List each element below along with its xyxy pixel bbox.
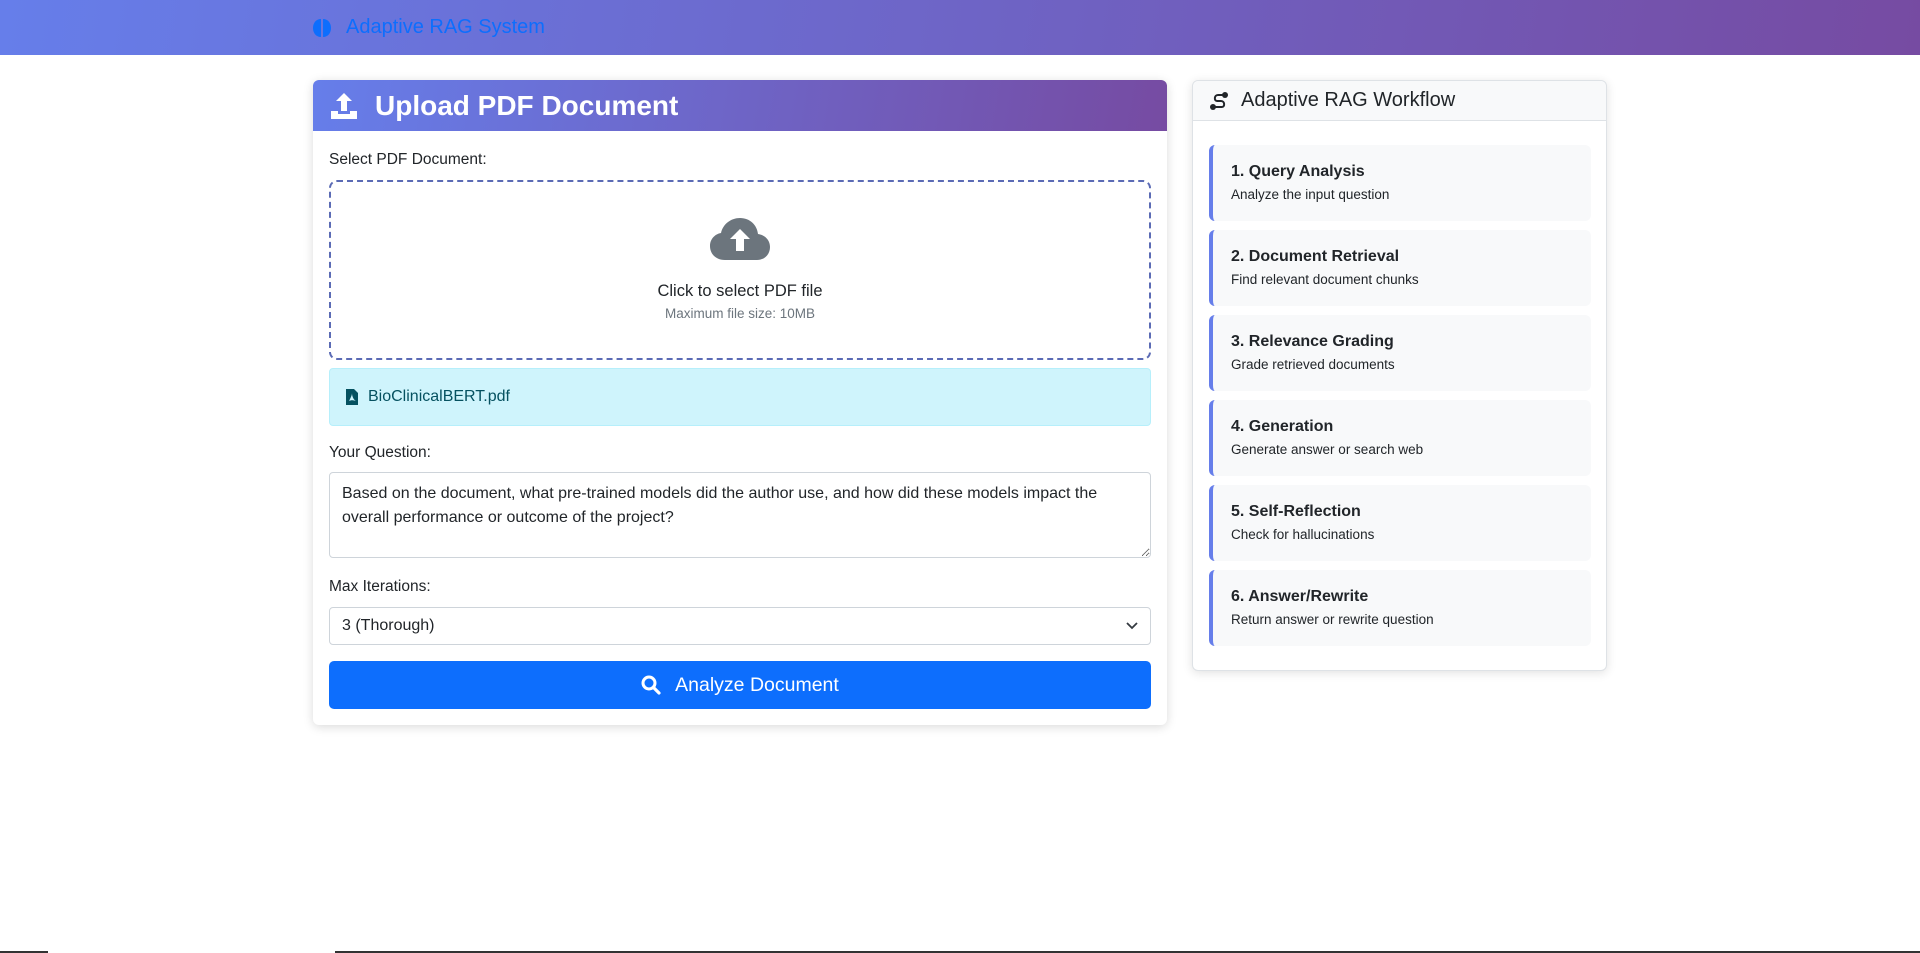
brain-icon — [313, 18, 331, 37]
selected-file-name: BioClinicalBERT.pdf — [368, 388, 510, 405]
workflow-step: 4. Generation Generate answer or search … — [1209, 400, 1591, 476]
navbar: Adaptive RAG System — [0, 0, 1920, 55]
workflow-step: 1. Query Analysis Analyze the input ques… — [1209, 145, 1591, 221]
step-title: 5. Self-Reflection — [1231, 503, 1361, 520]
dropzone-subtitle: Maximum file size: 10MB — [664, 306, 816, 321]
max-iterations-select[interactable]: 3 (Thorough) — [329, 607, 1151, 645]
max-iterations-value: 3 (Thorough) — [342, 617, 435, 634]
step-description: Generate answer or search web — [1231, 442, 1424, 457]
upload-card-title: Upload PDF Document — [375, 89, 679, 121]
search-icon — [641, 675, 661, 695]
max-iterations-label: Max Iterations: — [329, 578, 431, 595]
upload-card: Upload PDF Document Select PDF Document:… — [313, 80, 1167, 725]
workflow-step: 5. Self-Reflection Check for hallucinati… — [1209, 485, 1591, 561]
analyze-button-label: Analyze Document — [675, 673, 839, 696]
upload-card-header: Upload PDF Document — [313, 80, 1167, 131]
upload-icon — [331, 92, 357, 119]
step-description: Check for hallucinations — [1231, 527, 1375, 542]
workflow-title: Adaptive RAG Workflow — [1241, 89, 1456, 111]
workflow-card-header: Adaptive RAG Workflow — [1193, 81, 1606, 121]
step-description: Analyze the input question — [1231, 187, 1390, 202]
step-title: 3. Relevance Grading — [1231, 333, 1394, 350]
dropzone-title: Click to select PDF file — [657, 282, 823, 300]
pdf-dropzone[interactable]: Click to select PDF file Maximum file si… — [329, 180, 1151, 360]
route-icon — [1210, 91, 1228, 110]
question-label: Your Question: — [329, 444, 431, 461]
question-input[interactable]: Based on the document, what pre-trained … — [329, 472, 1151, 558]
app-title: Adaptive RAG System — [346, 16, 545, 38]
step-title: 1. Query Analysis — [1231, 163, 1365, 180]
step-description: Return answer or rewrite question — [1231, 612, 1434, 627]
analyze-document-button[interactable]: Analyze Document — [329, 661, 1151, 709]
navbar-brand[interactable]: Adaptive RAG System — [311, 0, 545, 55]
step-description: Grade retrieved documents — [1231, 357, 1395, 372]
cloud-upload-icon — [710, 218, 770, 260]
workflow-card: Adaptive RAG Workflow 1. Query Analysis … — [1192, 80, 1607, 671]
workflow-step: 2. Document Retrieval Find relevant docu… — [1209, 230, 1591, 306]
step-title: 4. Generation — [1231, 418, 1334, 435]
step-description: Find relevant document chunks — [1231, 272, 1419, 287]
workflow-step: 3. Relevance Grading Grade retrieved doc… — [1209, 315, 1591, 391]
select-pdf-label: Select PDF Document: — [329, 151, 487, 168]
pdf-file-icon — [346, 389, 358, 405]
step-title: 6. Answer/Rewrite — [1231, 588, 1369, 605]
chevron-down-icon — [1126, 622, 1138, 630]
step-title: 2. Document Retrieval — [1231, 248, 1400, 265]
selected-file-alert: BioClinicalBERT.pdf — [329, 368, 1151, 426]
workflow-step: 6. Answer/Rewrite Return answer or rewri… — [1209, 570, 1591, 646]
